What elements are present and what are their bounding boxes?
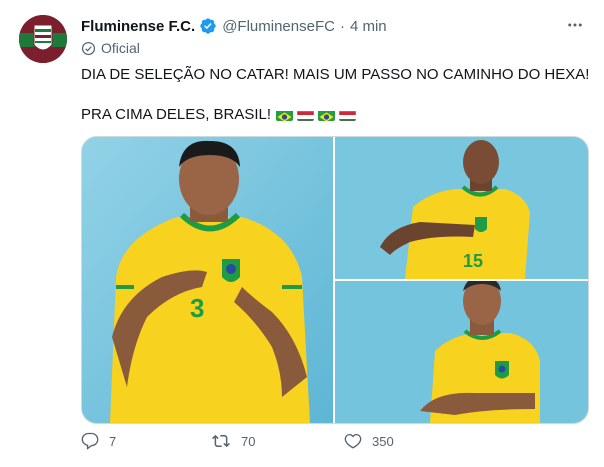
hungary-flag-icon	[339, 109, 357, 121]
official-label: Oficial	[81, 40, 140, 56]
retweet-count: 70	[241, 433, 256, 449]
player-photo-2[interactable]: 15	[335, 137, 588, 279]
brazil-flag-icon	[276, 109, 294, 121]
more-dots-icon	[568, 23, 582, 27]
tweet-text-line-1: DIA DE SELEÇÃO NO CATAR! MAIS UM PASSO N…	[81, 66, 590, 83]
tweet-text-line-2: PRA CIMA DELES, BRASIL!	[81, 105, 357, 125]
player-photo-1[interactable]: 3	[82, 137, 333, 423]
player-photo-3-image	[335, 281, 588, 423]
tweet-text-line-2-text: PRA CIMA DELES, BRASIL!	[81, 106, 272, 123]
tweet-header: Fluminense F.C. @FluminenseFC · 4 min	[81, 15, 387, 37]
more-options-button[interactable]	[565, 15, 585, 35]
retweet-icon	[212, 434, 230, 448]
display-name[interactable]: Fluminense F.C.	[81, 18, 195, 35]
heart-icon	[344, 433, 362, 449]
separator-dot: ·	[339, 17, 345, 35]
player-photo-1-image: 3	[82, 137, 333, 423]
player-photo-3[interactable]	[335, 281, 588, 423]
avatar[interactable]	[19, 15, 67, 63]
media-grid: 3 15	[81, 136, 589, 424]
reply-icon	[81, 432, 99, 450]
hungary-flag-icon	[297, 109, 315, 121]
user-handle[interactable]: @FluminenseFC	[222, 18, 335, 35]
official-check-circle-icon	[81, 41, 96, 56]
reply-count: 7	[109, 433, 117, 449]
verified-badge-icon	[199, 17, 217, 35]
like-count: 350	[372, 433, 394, 449]
jersey-number-1: 3	[190, 293, 204, 323]
brazil-flag-icon	[318, 109, 336, 121]
timestamp[interactable]: 4 min	[350, 18, 387, 35]
reply-button[interactable]: 7	[81, 432, 116, 450]
retweet-button[interactable]: 70	[211, 432, 255, 450]
affiliation-text: Oficial	[101, 40, 140, 56]
like-button[interactable]: 350	[344, 432, 394, 450]
fluminense-crest-icon	[19, 15, 67, 63]
flag-emojis	[276, 109, 357, 121]
jersey-number-2: 15	[463, 251, 483, 271]
tweet-card[interactable]: Fluminense F.C. @FluminenseFC · 4 min Of…	[0, 0, 604, 467]
player-photo-2-image: 15	[335, 137, 588, 279]
